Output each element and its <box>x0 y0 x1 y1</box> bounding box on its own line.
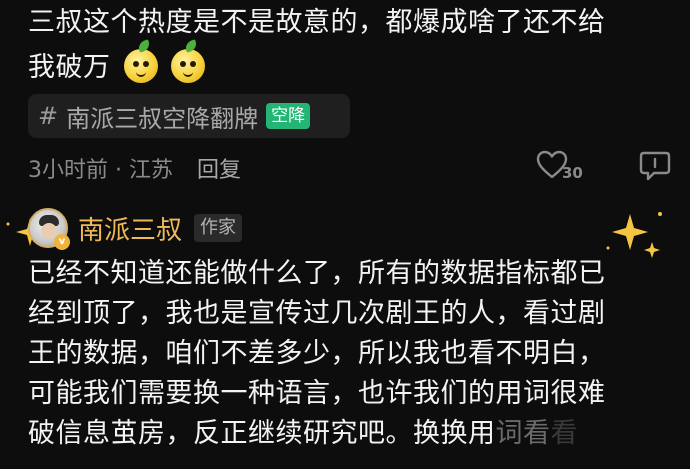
reply-line-5-text: 破信息茧房，反正继续研究吧。换换用 <box>28 418 496 449</box>
comment-body: 三叔这个热度是不是故意的，都爆成啥了还不给 我破万 <box>28 0 668 90</box>
author-role-badge: 作家 <box>194 214 243 242</box>
comment-time-location: 3小时前 · 江苏 <box>28 158 173 183</box>
reply-line-1: 已经不知道还能做什么了，所有的数据指标都已 <box>28 258 606 289</box>
lemon-face-icon <box>123 39 158 83</box>
author-reply-body: 已经不知道还能做什么了，所有的数据指标都已 经到顶了，我也是宣传过几次剧王的人，… <box>28 254 668 454</box>
reply-line-2: 经到顶了，我也是宣传过几次剧王的人，看过剧 <box>28 298 606 329</box>
comment-line-2: 我破万 <box>28 39 668 90</box>
comment-meta-row: 3小时前 · 江苏 回复 30 <box>28 148 678 188</box>
author-reply-header: v 南派三叔 作家 <box>28 204 668 252</box>
comment-screen: 三叔这个热度是不是故意的，都爆成啥了还不给 我破万 # 南派三叔空降翻牌 空降 … <box>0 0 690 469</box>
reply-line-5: 破信息茧房，反正继续研究吧。换换用词看看 <box>28 414 668 454</box>
topic-tag-badge: 空降 <box>266 103 311 129</box>
verified-badge-icon: v <box>54 234 70 250</box>
like-count: 30 <box>562 164 583 182</box>
comment-bubble-icon <box>639 151 671 181</box>
hashtag-icon: # <box>38 102 59 130</box>
reply-line-3: 王的数据，咱们不差多少，所以我也看不明白， <box>28 338 606 369</box>
reply-line-5-faded: 词看 <box>495 418 551 449</box>
dislike-button[interactable] <box>638 150 672 188</box>
like-button[interactable]: 30 <box>536 150 583 182</box>
reply-line-5-faded-end: 看 <box>550 418 578 449</box>
comment-line-1: 三叔这个热度是不是故意的，都爆成啥了还不给 <box>28 7 606 38</box>
author-name[interactable]: 南派三叔 <box>78 210 182 247</box>
reply-line-4: 可能我们需要换一种语言，也许我们的用词很难 <box>28 378 606 409</box>
avatar[interactable]: v <box>28 208 70 250</box>
reply-button[interactable]: 回复 <box>197 152 241 184</box>
comment-line-2-text: 我破万 <box>28 52 111 83</box>
topic-label: 南派三叔空降翻牌 <box>66 104 259 133</box>
topic-chip[interactable]: # 南派三叔空降翻牌 空降 <box>28 94 350 138</box>
lemon-face-icon <box>170 39 205 83</box>
